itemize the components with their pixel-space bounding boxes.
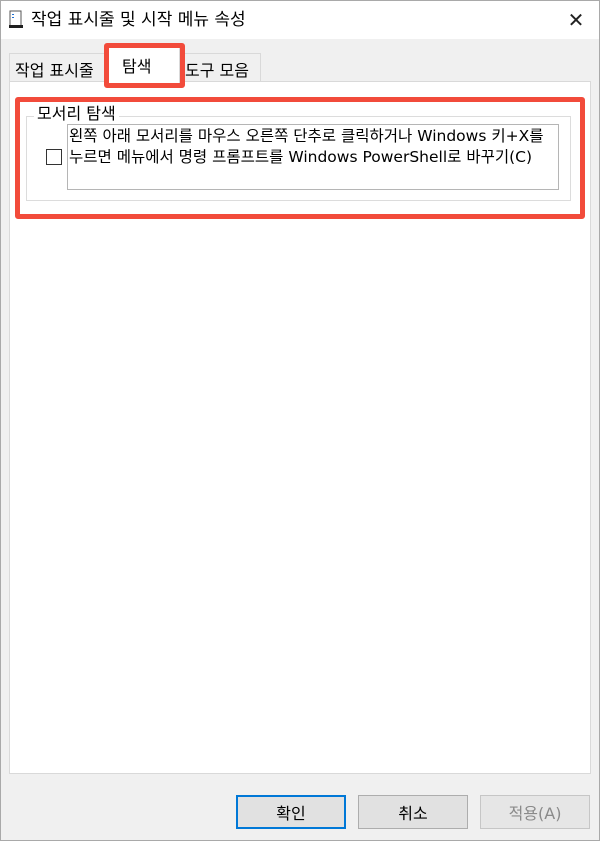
apply-button[interactable]: 적용(A) (480, 795, 590, 829)
powershell-replace-checkbox[interactable] (46, 149, 62, 165)
group-title: 모서리 탐색 (34, 104, 119, 124)
cancel-button[interactable]: 취소 (358, 795, 468, 829)
tab-navigation[interactable]: 탐색 (108, 47, 180, 83)
close-button[interactable]: ✕ (553, 1, 599, 39)
properties-icon (9, 10, 23, 28)
ok-button[interactable]: 확인 (236, 795, 346, 829)
tab-toolbars[interactable]: 도구 모음 (179, 53, 261, 81)
properties-window: 작업 표시줄 및 시작 메뉴 속성 ✕ 작업 표시줄 탐색 도구 모음 모서리 … (0, 0, 600, 841)
powershell-replace-label[interactable]: 왼쪽 아래 모서리를 마우스 오른쪽 단추로 클릭하거나 Windows 키+X… (67, 124, 559, 190)
tab-taskbar[interactable]: 작업 표시줄 (9, 53, 113, 81)
title-bar[interactable]: 작업 표시줄 및 시작 메뉴 속성 ✕ (1, 1, 599, 39)
close-icon: ✕ (567, 8, 585, 32)
window-title: 작업 표시줄 및 시작 메뉴 속성 (31, 10, 246, 30)
